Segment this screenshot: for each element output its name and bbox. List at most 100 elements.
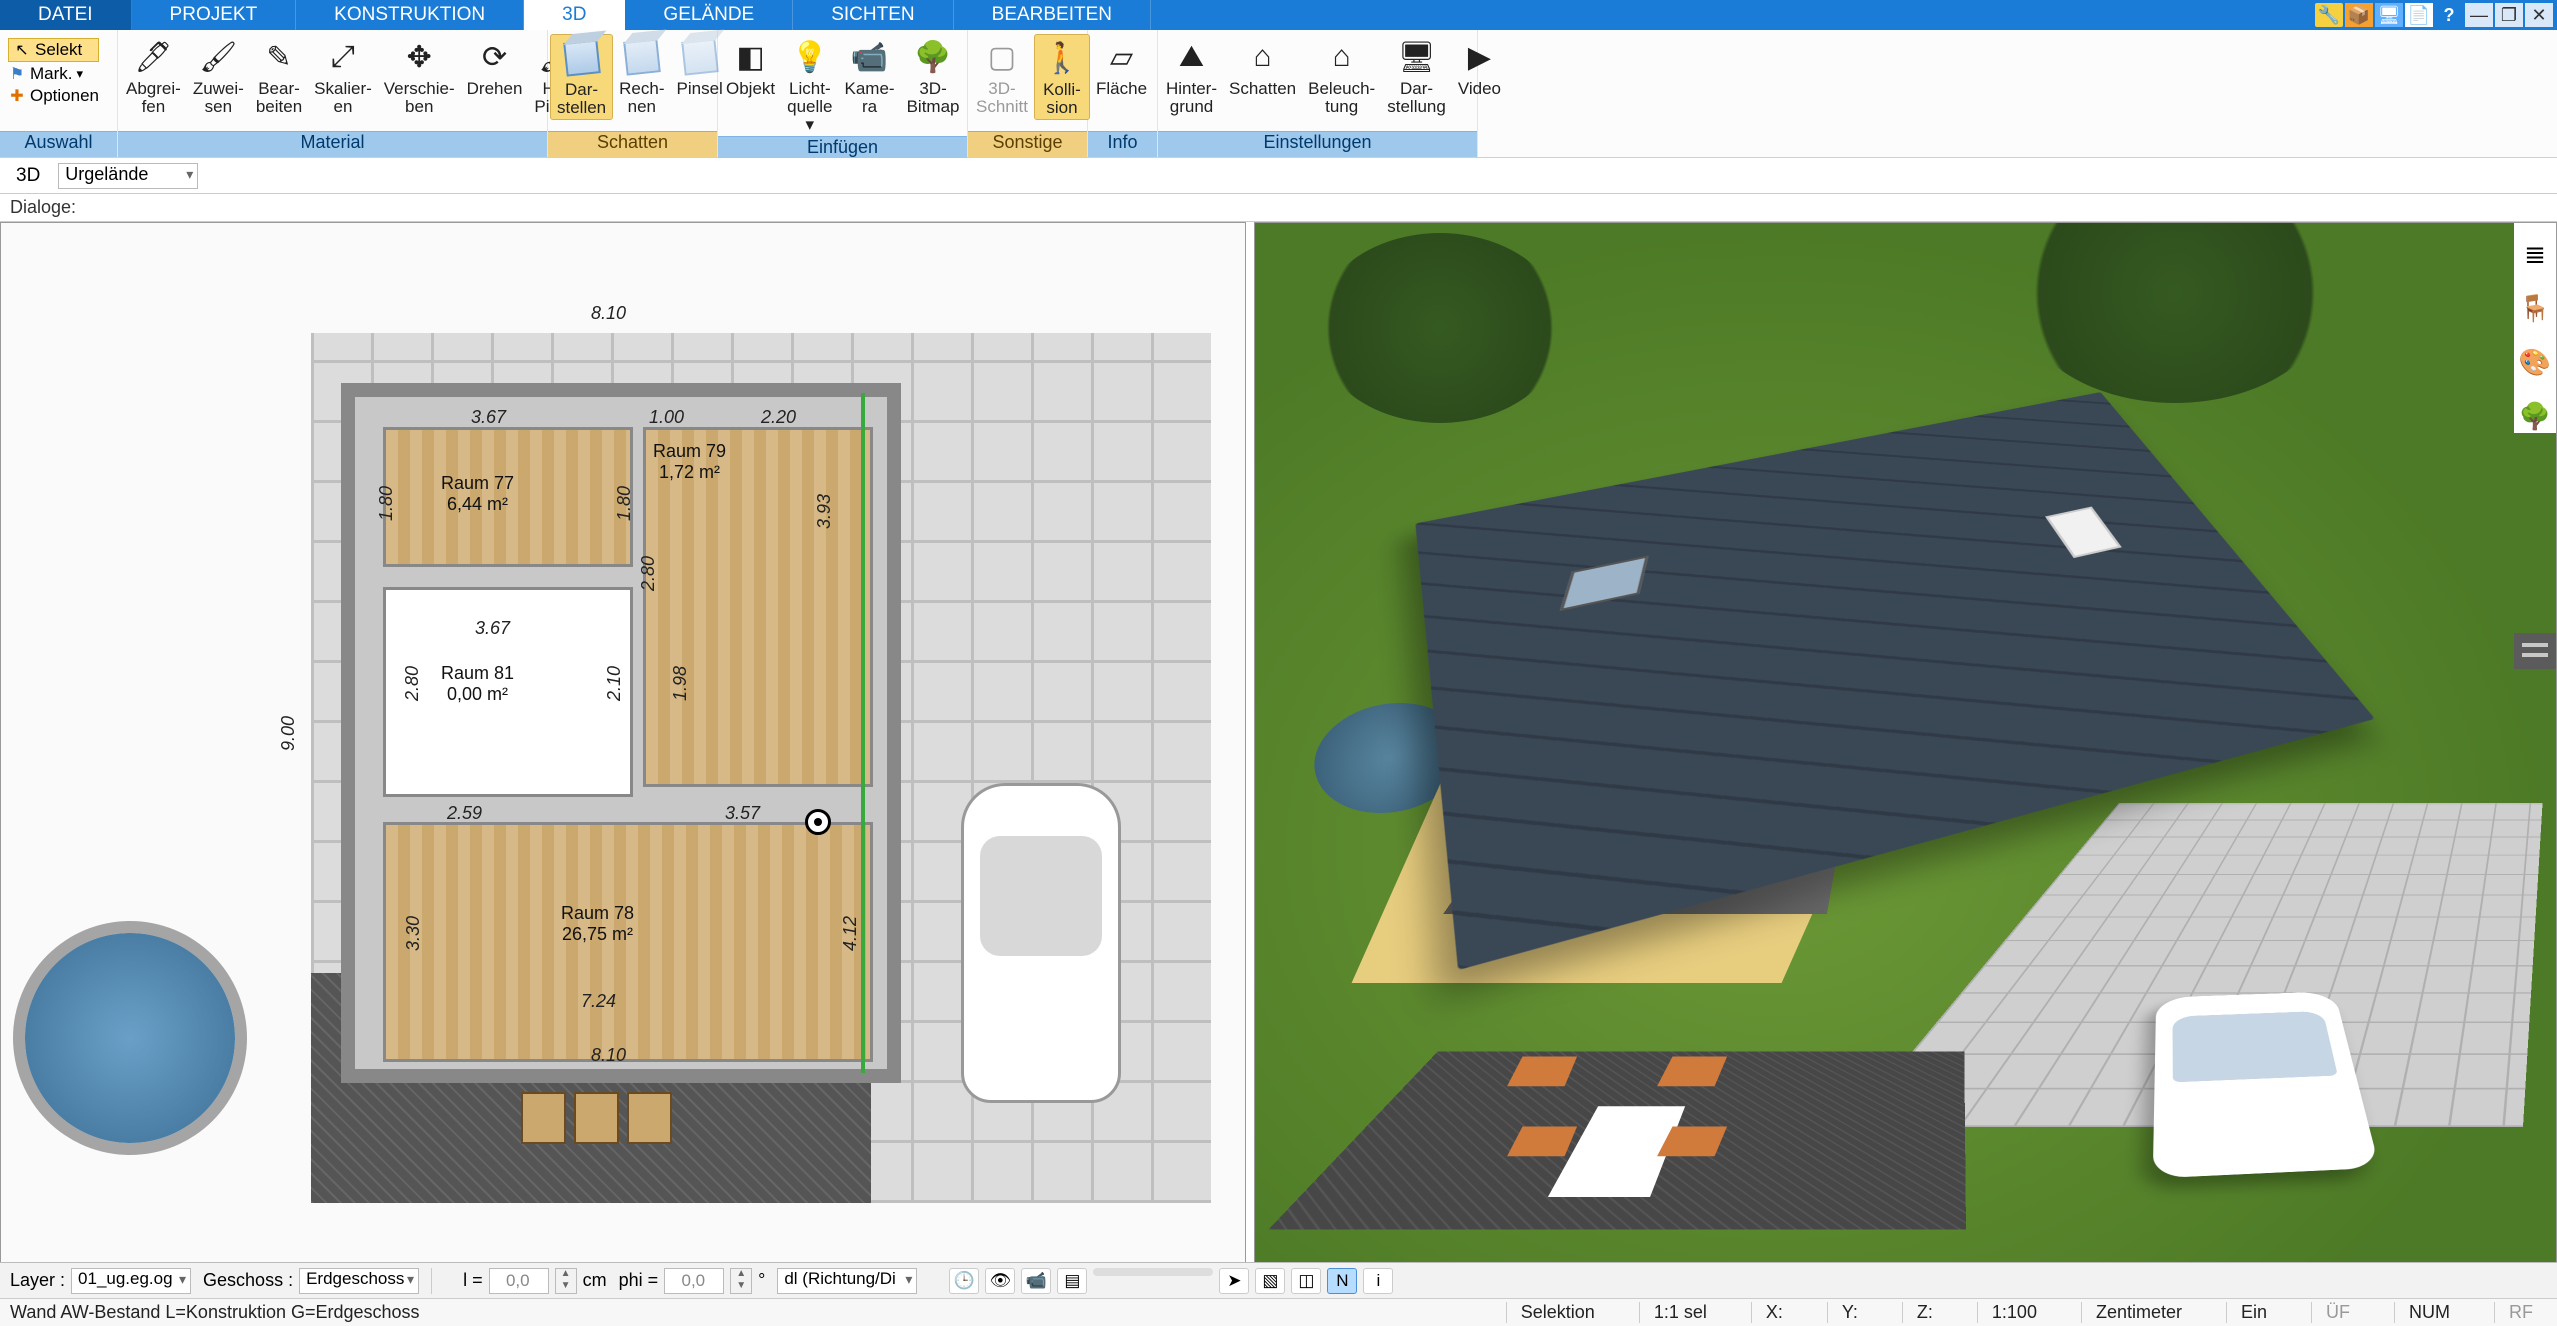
settings-schatten-button[interactable]: ⌂Schatten [1223, 34, 1302, 100]
status-left: Wand AW-Bestand L=Konstruktion G=Erdgesc… [10, 1302, 420, 1323]
group-caption: Info [1088, 131, 1157, 157]
material-abgreifen-button[interactable]: 🖊Abgrei- fen [120, 34, 187, 118]
dim-overall-w: 8.10 [591, 303, 626, 324]
palette-tool-icon[interactable]: 🎨 [2518, 345, 2552, 379]
select-label: Selekt [35, 40, 82, 60]
light-icon: 💡 [789, 36, 831, 78]
rotate-icon: ⟳ [474, 36, 516, 78]
layer-dropdown[interactable]: 01_ug.eg.og [71, 1268, 191, 1294]
material-skalieren-button[interactable]: ⤢Skalier- en [308, 34, 378, 118]
info-flaeche-button[interactable]: ▱Fläche [1090, 34, 1153, 100]
status-selratio: 1:1 sel [1639, 1302, 1721, 1323]
restore-icon[interactable]: ❐ [2495, 3, 2523, 27]
menu-tab-bearbeiten[interactable]: BEARBEITEN [954, 0, 1151, 30]
phi-input[interactable] [664, 1268, 724, 1294]
ribbon-group-material: 🖊Abgrei- fen 🖌Zuwei- sen ✎Bear- beiten ⤢… [118, 30, 548, 157]
arrow-icon[interactable]: ➤ [1219, 1268, 1249, 1294]
screen-icon[interactable]: 🖥 [2375, 3, 2403, 27]
menu-tab-sichten[interactable]: SICHTEN [793, 0, 953, 30]
close-icon[interactable]: ✕ [2525, 3, 2553, 27]
geschoss-dropdown[interactable]: Erdgeschoss [299, 1268, 419, 1294]
focus-marker [805, 809, 831, 835]
tree-tool-icon[interactable]: 🌳 [2518, 399, 2552, 433]
clock-icon[interactable]: 🕒 [949, 1268, 979, 1294]
material-verschieben-button[interactable]: ✥Verschie- ben [378, 34, 461, 118]
furniture-tool-icon[interactable]: 🪑 [2518, 291, 2552, 325]
schatten-darstellen-button[interactable]: Dar- stellen [550, 34, 613, 120]
einfuegen-3dbitmap-button[interactable]: 🌳3D- Bitmap [901, 34, 966, 118]
stack-icon[interactable]: ▤ [1057, 1268, 1087, 1294]
flag-icon: ⚑ [8, 65, 26, 83]
group-caption: Sonstige [968, 131, 1087, 157]
sonstige-kollision-button[interactable]: 🚶Kolli- sion [1034, 34, 1090, 120]
schatten-rechnen-button[interactable]: Rech- nen [613, 34, 670, 118]
cubes-icon[interactable]: ◫ [1291, 1268, 1321, 1294]
l-input[interactable] [489, 1268, 549, 1294]
north-icon[interactable]: N [1327, 1268, 1357, 1294]
cube-shadow-icon [561, 37, 603, 79]
menu-tab-datei[interactable]: DATEI [0, 0, 132, 30]
dialog-bar: Dialoge: [0, 194, 2557, 222]
chimney [2045, 507, 2122, 559]
settings-darstellung-button[interactable]: 🖥Dar- stellung [1381, 34, 1452, 118]
einfuegen-objekt-button[interactable]: ◧Objekt [720, 34, 781, 100]
material-zuweisen-button[interactable]: 🖌Zuwei- sen [187, 34, 250, 118]
phi-spinner[interactable]: ▲▼ [730, 1268, 752, 1294]
shadow-settings-icon: ⌂ [1242, 36, 1284, 78]
dim-198: 1.98 [670, 666, 691, 701]
material-bearbeiten-button[interactable]: ✎Bear- beiten [250, 34, 308, 118]
dim-100: 1.00 [649, 407, 684, 428]
menu-tab-konstruktion[interactable]: KONSTRUKTION [296, 0, 524, 30]
cursor-icon: ↖ [13, 41, 31, 59]
menu-tab-3d[interactable]: 3D [524, 0, 625, 30]
auswahl-side: ↖ Selekt ⚑ Mark. ▾ ✚ Optionen [2, 34, 105, 110]
package-icon[interactable]: 📦 [2345, 3, 2373, 27]
dim-393: 3.93 [814, 494, 835, 529]
einfuegen-kamera-button[interactable]: 📹Kame- ra [839, 34, 901, 118]
view-mode-label[interactable]: 3D [8, 163, 48, 189]
settings-hintergrund-button[interactable]: ⛰Hinter- grund [1160, 34, 1223, 118]
status-x: X: [1751, 1302, 1797, 1323]
floorplan-viewport[interactable]: 8.10 9.00 3.67 1.00 2.20 1.80 1.80 2.80 … [0, 222, 1246, 1266]
assign-icon: 🖌 [197, 36, 239, 78]
material-drehen-button[interactable]: ⟳Drehen [461, 34, 529, 100]
settings-beleuchtung-button[interactable]: ⌂Beleuch- tung [1302, 34, 1381, 118]
info2-icon[interactable]: i [1363, 1268, 1393, 1294]
mark-button[interactable]: ⚑ Mark. ▾ [8, 64, 99, 84]
layer-field: Layer : 01_ug.eg.og [10, 1268, 191, 1294]
eye-icon[interactable]: 👁 [985, 1268, 1015, 1294]
select-button[interactable]: ↖ Selekt [8, 38, 99, 62]
layers2-icon[interactable]: ▧ [1255, 1268, 1285, 1294]
panel-grip[interactable] [2514, 633, 2556, 669]
sonstige-3dschnitt-button[interactable]: ▢3D- Schnitt [970, 34, 1034, 118]
menu-tab-gelaende[interactable]: GELÄNDE [625, 0, 793, 30]
l-label: l = [463, 1270, 483, 1291]
status-bar: Wand AW-Bestand L=Konstruktion G=Erdgesc… [0, 1298, 2557, 1326]
menu-tab-projekt[interactable]: PROJEKT [132, 0, 297, 30]
l-spinner[interactable]: ▲▼ [555, 1268, 577, 1294]
record-icon[interactable]: 📹 [1021, 1268, 1051, 1294]
phi-label: phi = [619, 1270, 659, 1291]
room79-label: Raum 791,72 m² [653, 441, 726, 483]
ribbon: ↖ Selekt ⚑ Mark. ▾ ✚ Optionen Auswahl 🖊A… [0, 30, 2557, 158]
3d-viewport[interactable]: ≣ 🪑 🎨 🌳 [1254, 222, 2557, 1266]
dim-280a: 2.80 [402, 666, 423, 701]
section-icon: ▢ [981, 36, 1023, 78]
wrench-icon[interactable]: 🔧 [2315, 3, 2343, 27]
group-caption: Material [118, 131, 547, 157]
einfuegen-lichtquelle-button[interactable]: 💡Licht- quelle ▾ [781, 34, 838, 136]
layers-tool-icon[interactable]: ≣ [2518, 237, 2552, 271]
dl-dropdown[interactable]: dl (Richtung/Di [777, 1268, 917, 1294]
length-field: l = ▲▼ cm [463, 1268, 607, 1294]
mark-label: Mark. [30, 64, 73, 84]
dim-210: 2.10 [604, 666, 625, 701]
tree-icon: 🌳 [912, 36, 954, 78]
dim-357: 3.57 [725, 803, 760, 824]
help-icon[interactable]: ? [2435, 3, 2463, 27]
minimize-icon[interactable]: — [2465, 3, 2493, 27]
status-ein: Ein [2226, 1302, 2281, 1323]
ribbon-group-einfuegen: ◧Objekt 💡Licht- quelle ▾ 📹Kame- ra 🌳3D- … [718, 30, 968, 157]
options-button[interactable]: ✚ Optionen [8, 86, 99, 106]
terrain-dropdown[interactable]: Urgelände [58, 163, 198, 189]
sheet-icon[interactable]: 📄 [2405, 3, 2433, 27]
